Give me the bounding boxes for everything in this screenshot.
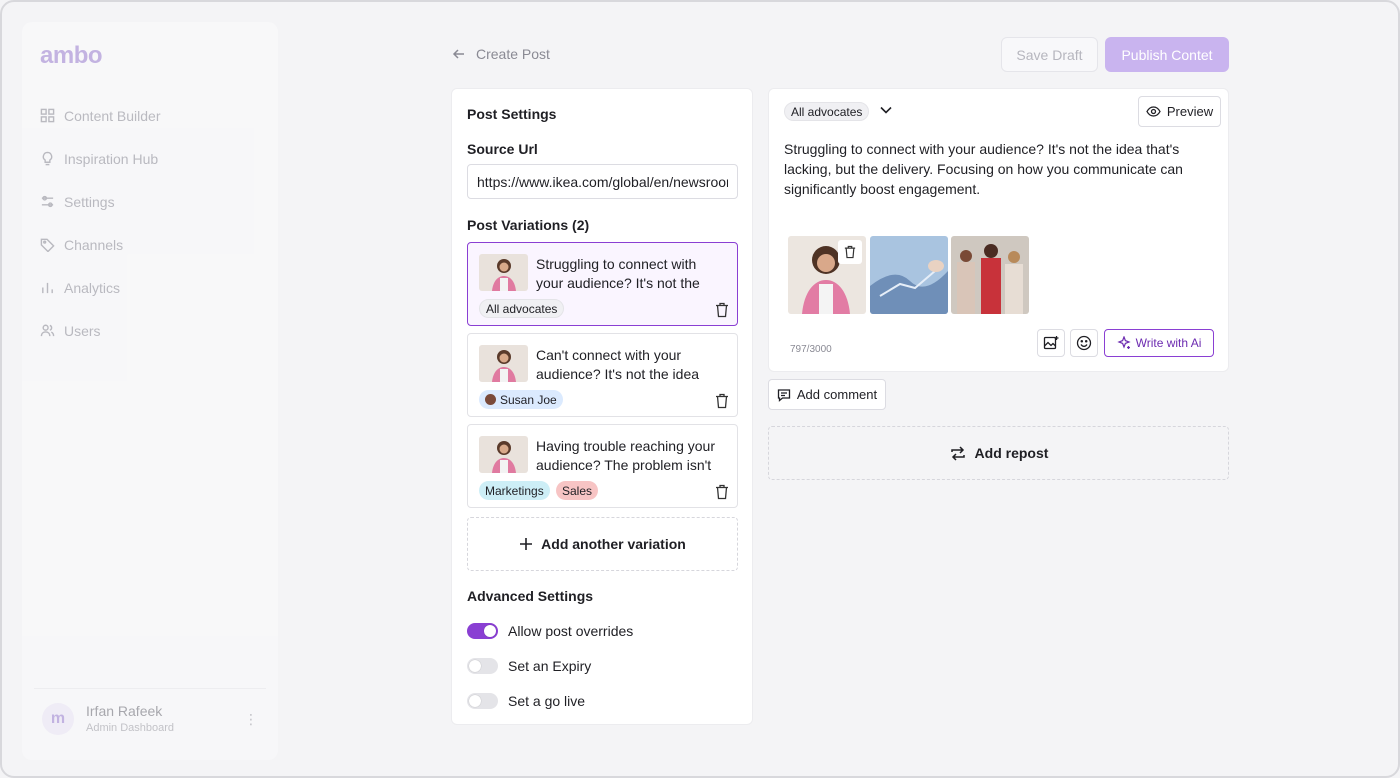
- sliders-icon: [41, 195, 54, 208]
- delete-media-button[interactable]: [838, 240, 862, 264]
- add-variation-label: Add another variation: [541, 536, 686, 552]
- sidebar-item-label: Analytics: [64, 279, 121, 296]
- avatar: m: [42, 702, 74, 735]
- app-frame: ambo Content Builder Inspiration Hub Set…: [0, 0, 1400, 778]
- back-link[interactable]: Create Post: [452, 46, 550, 62]
- sidebar-item-content-builder[interactable]: Content Builder: [40, 94, 260, 137]
- eye-icon: [1146, 106, 1161, 117]
- post-settings-panel: Post Settings Source Url Post Variations…: [451, 88, 753, 725]
- media-thumbnail[interactable]: [870, 236, 948, 314]
- publish-button[interactable]: Publish Contet: [1105, 37, 1229, 72]
- trash-icon[interactable]: [715, 484, 729, 500]
- add-variation-button[interactable]: Add another variation: [467, 517, 738, 571]
- sidebar-item-channels[interactable]: Channels: [40, 223, 260, 266]
- toggle-label: Allow post overrides: [508, 623, 634, 639]
- media-thumbnail[interactable]: [788, 236, 866, 314]
- toggle-label: Set a go live: [508, 693, 586, 709]
- audience-select[interactable]: All advocates: [784, 102, 870, 121]
- user-name: Irfan Rafeek: [86, 703, 163, 719]
- post-variations-title: Post Variations (2): [467, 217, 590, 233]
- variation-thumbnail: [479, 436, 528, 473]
- post-editor-panel: All advocates Preview Struggling to conn…: [768, 88, 1229, 372]
- save-draft-button[interactable]: Save Draft: [1001, 37, 1098, 72]
- users-icon: [40, 324, 55, 337]
- source-url-label: Source Url: [467, 141, 538, 157]
- add-comment-button[interactable]: Add comment: [768, 379, 886, 410]
- sidebar-item-analytics[interactable]: Analytics: [40, 266, 260, 309]
- toggle-set-expiry[interactable]: Set an Expiry: [467, 658, 591, 674]
- sidebar-item-label: Users: [64, 322, 101, 339]
- user-tag-label: Susan Joe: [500, 392, 557, 407]
- group-tag: Marketings: [479, 481, 550, 500]
- audience-tag: All advocates: [479, 299, 565, 318]
- avatar: [485, 394, 496, 405]
- toggle-switch[interactable]: [467, 658, 498, 674]
- smile-icon: [1076, 335, 1092, 351]
- trash-icon[interactable]: [715, 302, 729, 318]
- write-with-ai-button[interactable]: Write with Ai: [1104, 329, 1214, 357]
- plus-icon: [520, 538, 533, 550]
- group-tag: Sales: [556, 481, 599, 500]
- bar-chart-icon: [42, 282, 53, 294]
- character-count: 797/3000: [790, 344, 832, 355]
- lightbulb-icon: [42, 151, 53, 166]
- add-comment-label: Add comment: [796, 387, 878, 402]
- variation-text: Struggling to connect with your audience…: [536, 256, 700, 291]
- variation-card[interactable]: Can't connect with your audience? It's n…: [467, 333, 738, 417]
- arrow-left-icon: [452, 49, 464, 59]
- toggle-label: Set an Expiry: [508, 658, 592, 674]
- write-with-ai-label: Write with Ai: [1135, 336, 1202, 350]
- variation-thumbnail: [479, 345, 528, 382]
- user-card[interactable]: m Irfan Rafeek Admin Dashboard ⋮: [34, 688, 266, 748]
- toggle-switch[interactable]: [467, 623, 498, 639]
- toggle-allow-overrides[interactable]: Allow post overrides: [467, 623, 633, 639]
- chevron-down-icon[interactable]: [880, 106, 892, 114]
- tag-icon: [40, 238, 55, 252]
- emoji-button[interactable]: [1070, 329, 1098, 357]
- variation-card[interactable]: Struggling to connect with your audience…: [467, 242, 738, 326]
- user-role: Admin Dashboard: [86, 722, 175, 734]
- add-image-button[interactable]: [1037, 329, 1065, 357]
- post-settings-title: Post Settings: [467, 106, 557, 122]
- variation-text: Can't connect with your audience? It's n…: [536, 347, 700, 382]
- sidebar-item-label: Channels: [64, 236, 124, 253]
- sidebar-item-settings[interactable]: Settings: [40, 180, 260, 223]
- user-tag: Susan Joe: [479, 390, 563, 409]
- add-repost-button[interactable]: Add repost: [768, 426, 1229, 480]
- preview-label: Preview: [1166, 104, 1214, 119]
- toggle-switch[interactable]: [467, 693, 498, 709]
- sidebar-item-inspiration-hub[interactable]: Inspiration Hub: [40, 137, 260, 180]
- page-title: Create Post: [476, 46, 550, 62]
- sidebar-item-users[interactable]: Users: [40, 309, 260, 352]
- trash-icon[interactable]: [715, 393, 729, 409]
- repost-icon: [950, 445, 965, 461]
- more-vertical-icon[interactable]: ⋮: [244, 711, 258, 728]
- trash-icon: [844, 245, 856, 259]
- post-body-text[interactable]: Struggling to connect with your audience…: [784, 139, 1214, 199]
- variation-card[interactable]: Having trouble reaching your audience? T…: [467, 424, 738, 508]
- toggle-go-live[interactable]: Set a go live: [467, 693, 585, 709]
- grid-icon: [40, 108, 55, 123]
- advanced-settings-title: Advanced Settings: [467, 588, 594, 604]
- media-thumbnail[interactable]: [951, 236, 1029, 314]
- add-repost-label: Add repost: [974, 445, 1049, 461]
- source-url-input[interactable]: [467, 164, 738, 199]
- sidebar-item-label: Inspiration Hub: [64, 150, 159, 167]
- user-info: Irfan Rafeek Admin Dashboard: [86, 703, 174, 734]
- preview-button[interactable]: Preview: [1138, 96, 1221, 127]
- sidebar-item-label: Content Builder: [64, 107, 161, 124]
- app-logo[interactable]: ambo: [40, 42, 103, 70]
- variation-text: Having trouble reaching your audience? T…: [536, 438, 715, 473]
- variation-thumbnail: [479, 254, 528, 291]
- comment-icon: [777, 388, 791, 402]
- sidebar-nav: Content Builder Inspiration Hub Settings…: [40, 94, 260, 352]
- image-plus-icon: [1043, 336, 1059, 350]
- sidebar: ambo Content Builder Inspiration Hub Set…: [22, 22, 278, 760]
- sidebar-item-label: Settings: [64, 193, 115, 210]
- sparkle-icon: [1116, 336, 1131, 349]
